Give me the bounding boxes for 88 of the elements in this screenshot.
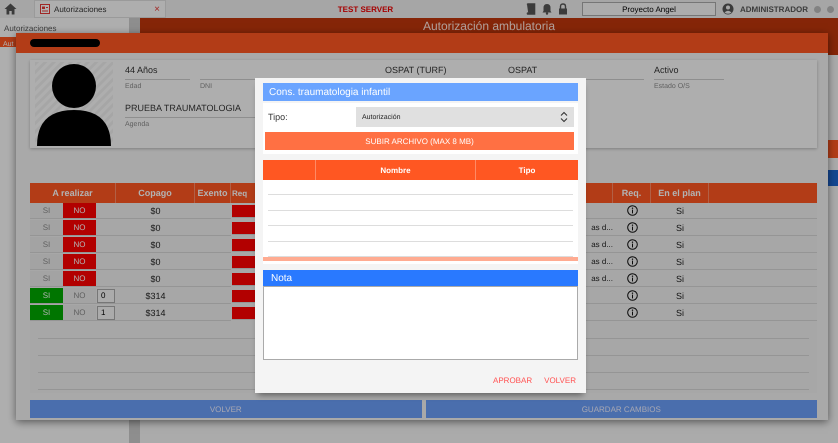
project-field[interactable]: Proyecto Angel	[582, 2, 716, 16]
choice-toggle[interactable]: SI	[30, 203, 63, 219]
choice-toggle[interactable]: SI	[30, 305, 63, 321]
info-icon[interactable]	[626, 239, 638, 250]
column-header: Tipo	[476, 160, 578, 180]
info-icon[interactable]	[626, 222, 638, 233]
table-cell: Si	[676, 290, 684, 300]
dialog-button[interactable]: GUARDAR CAMBIOS	[426, 400, 817, 418]
choice-toggle[interactable]: NO	[63, 237, 96, 253]
choice-toggle[interactable]: NO	[63, 271, 96, 287]
info-icon[interactable]	[626, 307, 638, 318]
table-cell: Si	[676, 240, 684, 250]
alert-cell	[232, 205, 256, 218]
field-value: 44 Años	[125, 64, 159, 76]
action-link[interactable]: VOLVER	[544, 376, 576, 385]
chevron-updown-icon	[560, 111, 568, 123]
column-header: Req.	[613, 183, 651, 203]
field-value: PRUEBA TRAUMATOLOGIA	[125, 102, 242, 114]
table-cell: as d...	[591, 240, 613, 249]
choice-toggle[interactable]: SI	[30, 271, 63, 287]
home-icon[interactable]	[4, 3, 17, 15]
table-cell: $0	[150, 206, 160, 216]
action-link[interactable]: APROBAR	[493, 376, 532, 385]
column-header: Nombre	[316, 160, 476, 180]
document-icon	[40, 4, 50, 14]
scrollbar[interactable]	[263, 257, 578, 262]
alert-cell	[232, 239, 256, 252]
info-icon[interactable]	[626, 205, 638, 216]
column-header: Req	[231, 183, 256, 203]
table-cell: Si	[676, 274, 684, 284]
choice-toggle[interactable]: NO	[63, 203, 96, 219]
alert-cell	[232, 307, 256, 320]
server-label: TEST SERVER	[336, 4, 394, 14]
modal-title: Cons. traumatologia infantil	[263, 83, 578, 101]
table-cell: $0	[150, 256, 160, 266]
choice-toggle[interactable]: SI	[30, 237, 63, 253]
column-header: Exento	[195, 183, 231, 203]
table-cell: Si	[676, 256, 684, 266]
table-cell: $0	[150, 222, 160, 232]
info-icon[interactable]	[626, 256, 638, 267]
quantity-field[interactable]: 1	[97, 306, 115, 320]
nota-field[interactable]	[263, 286, 578, 360]
alert-cell	[232, 290, 256, 303]
column-header: Copago	[116, 183, 195, 203]
user-icon[interactable]	[722, 3, 734, 15]
sidebar-title: Autorizaciones	[3, 23, 58, 35]
choice-toggle[interactable]: NO	[63, 254, 96, 270]
choice-toggle[interactable]: SI	[30, 254, 63, 270]
choice-toggle[interactable]: NO	[63, 305, 96, 321]
table-cell: $314	[145, 308, 166, 318]
choice-toggle[interactable]: SI	[30, 220, 63, 236]
alert-cell	[232, 273, 256, 286]
alert-cell	[232, 256, 256, 269]
redaction-mark	[30, 39, 100, 47]
table-cell: $0	[150, 274, 160, 284]
table-cell: Si	[676, 222, 684, 232]
close-icon[interactable]: ×	[154, 4, 160, 14]
choice-toggle[interactable]: SI	[30, 288, 63, 304]
bell-icon[interactable]	[542, 3, 552, 15]
user-name[interactable]: ADMINISTRADOR	[740, 4, 808, 14]
tipo-label: Tipo:	[267, 112, 289, 122]
info-icon[interactable]	[626, 290, 638, 301]
tab[interactable]: Autorizaciones ×	[35, 1, 165, 17]
field-value: Activo	[654, 64, 680, 76]
nota-header: Nota	[263, 270, 578, 286]
page-title: Autorización ambulatoria	[422, 19, 556, 33]
dialog-button[interactable]: VOLVER	[30, 400, 422, 418]
table-cell: as d...	[591, 257, 613, 266]
field-value: OSPAT (TURF)	[385, 64, 448, 76]
column-header: En el plan	[651, 183, 709, 203]
choice-toggle[interactable]: NO	[63, 288, 96, 304]
table-cell: Si	[676, 308, 684, 318]
info-icon[interactable]	[626, 273, 638, 284]
table-cell: as d...	[591, 274, 613, 283]
table-cell: as d...	[591, 223, 613, 232]
choice-toggle[interactable]: NO	[63, 220, 96, 236]
table-cell: $314	[145, 290, 166, 300]
field-value: OSPAT	[508, 64, 538, 76]
column-header: A realizar	[30, 183, 116, 203]
table-cell: Si	[676, 206, 684, 216]
upload-button[interactable]: SUBIR ARCHIVO (MAX 8 MB)	[265, 132, 574, 150]
alert-cell	[232, 222, 256, 235]
table-cell: $0	[150, 240, 160, 250]
book-icon[interactable]	[526, 3, 536, 15]
window-dot[interactable]	[827, 6, 834, 12]
window-dot[interactable]	[814, 6, 821, 12]
lock-icon[interactable]	[558, 3, 568, 15]
quantity-field[interactable]: 0	[97, 288, 115, 302]
